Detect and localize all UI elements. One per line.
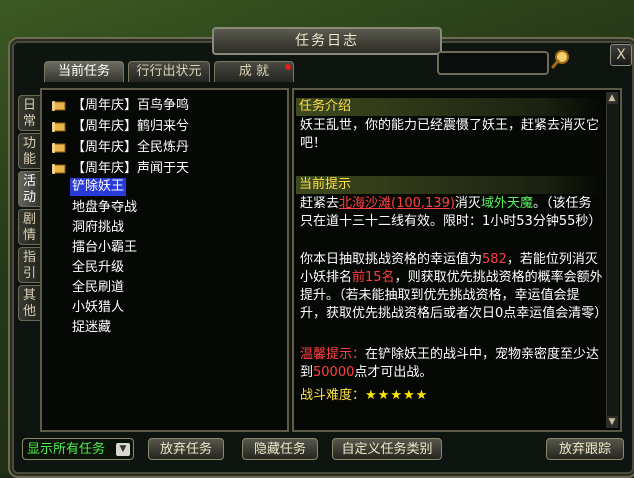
tab-achievements-label: 成 就 — [238, 64, 270, 79]
intimacy-value: 50000 — [313, 365, 355, 380]
quest-filter-label: 显示所有任务 — [27, 442, 106, 457]
search-input[interactable] — [437, 51, 549, 75]
tip-paragraph-2: 你本日抽取挑战资格的幸运值为582，若能位列消灭小妖排名前15名，则获取优先挑战… — [300, 251, 607, 323]
difficulty-stars: ★★★★★ — [365, 388, 429, 403]
scroll-down-arrow-icon[interactable]: ▼ — [606, 416, 618, 428]
quest-item[interactable]: 捉迷藏 — [72, 319, 111, 337]
location-link[interactable]: 北海沙滩(100,139) — [339, 196, 455, 211]
abandon-quest-button[interactable]: 放弃任务 — [148, 438, 224, 460]
difficulty-label: 战斗难度： — [300, 388, 366, 403]
window-title: 任务日志 — [212, 27, 442, 55]
custom-category-button[interactable]: 自定义任务类别 — [332, 438, 442, 460]
tab-profession[interactable]: 行行出状元 — [128, 61, 210, 82]
quest-item[interactable]: 【周年庆】全民炼丹 — [72, 139, 189, 157]
hide-quest-button[interactable]: 隐藏任务 — [242, 438, 318, 460]
target-name: 域外天魔 — [480, 196, 533, 211]
side-tab-daily[interactable]: 日常 — [18, 95, 40, 131]
tab-current-quests[interactable]: 当前任务 — [44, 61, 124, 82]
scroll-icon — [52, 143, 66, 153]
quest-item[interactable]: 地盘争夺战 — [72, 199, 137, 217]
quest-item[interactable]: 【周年庆】声闻于天 — [72, 160, 189, 178]
scroll-up-arrow-icon[interactable]: ▲ — [606, 92, 618, 104]
quest-item[interactable]: 全民升级 — [72, 259, 124, 277]
tip-paragraph-3: 温馨提示：在铲除妖王的战斗中，宠物亲密度至少达到50000点才可出战。 — [300, 346, 604, 382]
scroll-icon — [52, 122, 66, 132]
tip-text: 点才可出战。 — [354, 365, 433, 380]
side-tab-event[interactable]: 活动 — [18, 171, 40, 207]
detail-scrollbar[interactable] — [606, 92, 619, 428]
side-tab-story[interactable]: 剧情 — [18, 209, 40, 245]
quest-item[interactable]: 全民刷道 — [72, 279, 124, 297]
tab-achievements[interactable]: 成 就 — [214, 61, 294, 82]
notification-dot — [285, 64, 291, 70]
scroll-icon — [52, 101, 66, 111]
side-tab-other[interactable]: 其他 — [18, 285, 40, 321]
side-tab-function[interactable]: 功能 — [18, 133, 40, 169]
intro-text: 妖王乱世，你的能力已经震慑了妖王，赶紧去消灭它吧！ — [300, 118, 600, 151]
tip-text: 你本日抽取挑战资格的幸运值为 — [300, 252, 483, 267]
quest-item-selected[interactable]: 铲除妖王 — [70, 178, 127, 196]
close-button[interactable]: X — [610, 44, 632, 66]
side-tab-guide[interactable]: 指引 — [18, 247, 40, 283]
difficulty-row: 战斗难度：★★★★★ — [300, 387, 604, 405]
tip-text: 消灭 — [454, 196, 481, 211]
intro-heading: 任务介绍 — [296, 98, 604, 116]
search-icon[interactable] — [550, 48, 572, 70]
quest-item[interactable]: 擂台小霸王 — [72, 239, 137, 257]
quest-item[interactable]: 小妖猎人 — [72, 299, 124, 317]
warm-tip-label: 温馨提示： — [300, 347, 366, 362]
rank-value: 前15名 — [352, 270, 395, 285]
tip-heading: 当前提示 — [296, 176, 604, 194]
tip-paragraph-1: 赶紧去北海沙滩(100,139)消灭域外天魔。（该任务只在道十三十二线有效。限时… — [300, 195, 604, 231]
quest-filter-dropdown[interactable]: 显示所有任务 ▼ — [22, 438, 134, 460]
untrack-button[interactable]: 放弃跟踪 — [546, 438, 624, 460]
tip-text: 赶紧去 — [300, 196, 340, 211]
scroll-icon — [52, 164, 66, 174]
luck-value: 582 — [482, 252, 507, 267]
quest-item[interactable]: 【周年庆】百鸟争鸣 — [72, 97, 189, 115]
quest-item[interactable]: 【周年庆】鹤归来兮 — [72, 118, 189, 136]
chevron-down-icon: ▼ — [116, 443, 130, 456]
quest-item[interactable]: 洞府挑战 — [72, 219, 124, 237]
